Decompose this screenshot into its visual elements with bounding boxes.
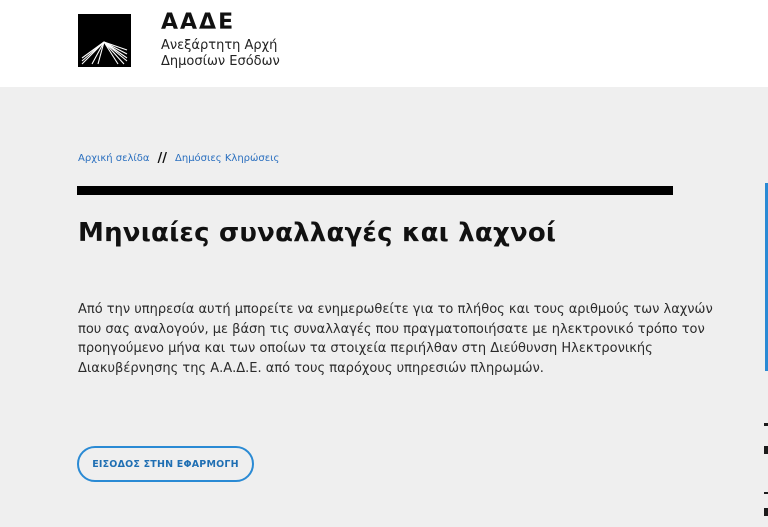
page-title: Μηνιαίες συναλλαγές και λαχνοί [78,218,557,248]
description-line: που σας αναλογούν, με βάση τις συναλλαγέ… [78,321,705,337]
description-line: Από την υπηρεσία αυτή μπορείτε να ενημερ… [78,302,713,317]
aade-logo-icon[interactable] [78,14,131,67]
enter-application-button[interactable]: ΕΙΣΟΔΟΣ ΣΤΗΝ ΕΦΑΡΜΟΓΗ [77,446,254,482]
brand-subtitle-line: Δημοσίων Εσόδων [161,54,280,69]
breadcrumb-separator: // [157,151,168,166]
brand-subtitle-line: Ανεξάρτητη Αρχή [161,38,278,53]
brand-subtitle: Ανεξάρτητη Αρχή Δημοσίων Εσόδων [161,38,280,70]
title-divider [77,186,673,195]
breadcrumb-home-link[interactable]: Αρχική σελίδα [78,153,150,164]
breadcrumb: Αρχική σελίδα // Δημόσιες Κληρώσεις [78,150,279,166]
description-line: προηγούμενο μήνα και των οποίων τα στοιχ… [78,341,653,356]
side-panel-fragment [764,423,768,426]
breadcrumb-current-link[interactable]: Δημόσιες Κληρώσεις [175,153,279,164]
side-panel-fragment [764,492,768,494]
side-panel-fragment [764,508,768,516]
service-description: Από την υπηρεσία αυτή μπορείτε να ενημερ… [78,300,713,378]
site-header: ΑΑΔΕ Ανεξάρτητη Αρχή Δημοσίων Εσόδων [0,0,768,87]
description-line: Διακυβέρνησης της Α.Α.Δ.Ε. από τους παρό… [78,360,544,376]
side-panel-fragment [764,446,768,454]
brand-title: ΑΑΔΕ [161,10,236,35]
